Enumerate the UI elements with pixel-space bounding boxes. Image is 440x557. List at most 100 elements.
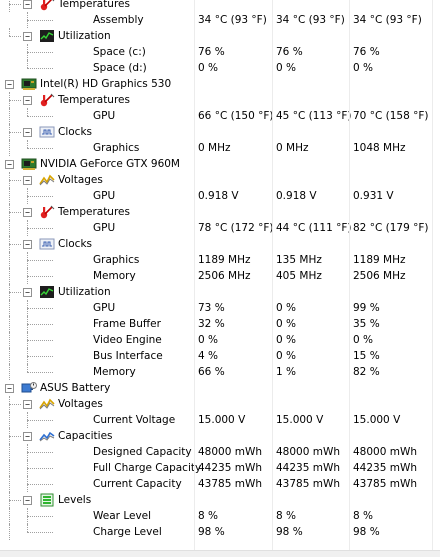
sensor-group-row[interactable]: − Utilization bbox=[0, 28, 440, 44]
current-value: 34 °C (93 °F) bbox=[198, 14, 267, 26]
sensor-row[interactable]: Charge Level 98 % 98 % 98 % bbox=[0, 524, 440, 540]
sensor-label: Space (c:) bbox=[93, 46, 146, 58]
min-value: 0 % bbox=[276, 350, 296, 362]
group-label: Capacities bbox=[58, 430, 113, 442]
voltage-icon bbox=[39, 397, 55, 411]
collapse-toggle[interactable]: − bbox=[23, 288, 32, 297]
collapse-toggle[interactable]: − bbox=[23, 176, 32, 185]
device-row[interactable]: − ASUS Battery bbox=[0, 380, 440, 396]
sensor-group-row[interactable]: − Temperatures bbox=[0, 92, 440, 108]
group-label: Temperatures bbox=[58, 94, 130, 106]
sensor-label: GPU bbox=[93, 222, 116, 234]
current-value: 44235 mWh bbox=[198, 462, 263, 474]
sensor-label: Frame Buffer bbox=[93, 318, 161, 330]
min-value: 135 MHz bbox=[276, 254, 322, 266]
sensor-row[interactable]: Bus Interface 4 % 0 % 15 % bbox=[0, 348, 440, 364]
sensor-row[interactable]: Current Voltage 15.000 V 15.000 V 15.000 V bbox=[0, 412, 440, 428]
sensor-tree[interactable]: − Temperatures Assembly 34 °C (93 °F) 34 °C … bbox=[0, 0, 440, 540]
sensor-row[interactable]: Current Capacity 43785 mWh 43785 mWh 43785 … bbox=[0, 476, 440, 492]
max-value: 2506 MHz bbox=[353, 270, 406, 282]
sensor-row[interactable]: Memory 66 % 1 % 82 % bbox=[0, 364, 440, 380]
max-value: 82 °C (179 °F) bbox=[353, 222, 429, 234]
min-value: 0.918 V bbox=[276, 190, 317, 202]
current-value: 4 % bbox=[198, 350, 218, 362]
min-value: 76 % bbox=[276, 46, 303, 58]
min-value: 34 °C (93 °F) bbox=[276, 14, 345, 26]
sensor-label: Space (d:) bbox=[93, 62, 147, 74]
sensor-group-row[interactable]: − Clocks bbox=[0, 236, 440, 252]
max-value: 8 % bbox=[353, 510, 373, 522]
collapse-toggle[interactable]: − bbox=[23, 96, 32, 105]
current-value: 0 % bbox=[198, 62, 218, 74]
sensor-group-row[interactable]: − Voltages bbox=[0, 396, 440, 412]
sensor-row[interactable]: Video Engine 0 % 0 % 0 % bbox=[0, 332, 440, 348]
sensor-row[interactable]: Memory 2506 MHz 405 MHz 2506 MHz bbox=[0, 268, 440, 284]
current-value: 98 % bbox=[198, 526, 225, 538]
collapse-toggle[interactable]: − bbox=[5, 80, 14, 89]
sensor-row[interactable]: Wear Level 8 % 8 % 8 % bbox=[0, 508, 440, 524]
group-label: Clocks bbox=[58, 126, 92, 138]
sensor-group-row[interactable]: − Capacities bbox=[0, 428, 440, 444]
sensor-label: GPU bbox=[93, 110, 116, 122]
current-value: 48000 mWh bbox=[198, 446, 263, 458]
sensor-group-row[interactable]: − Voltages bbox=[0, 172, 440, 188]
collapse-toggle[interactable]: − bbox=[23, 432, 32, 441]
max-value: 44235 mWh bbox=[353, 462, 418, 474]
sensor-row[interactable]: Frame Buffer 32 % 0 % 35 % bbox=[0, 316, 440, 332]
current-value: 1189 MHz bbox=[198, 254, 251, 266]
min-value: 15.000 V bbox=[276, 414, 324, 426]
sensor-row[interactable]: Graphics 0 MHz 0 MHz 1048 MHz bbox=[0, 140, 440, 156]
sensor-row[interactable]: GPU 73 % 0 % 99 % bbox=[0, 300, 440, 316]
max-value: 0 % bbox=[353, 334, 373, 346]
device-label: ASUS Battery bbox=[40, 382, 111, 394]
column-separator bbox=[432, 0, 433, 550]
collapse-toggle[interactable]: − bbox=[5, 384, 14, 393]
min-value: 0 % bbox=[276, 318, 296, 330]
sensor-row[interactable]: Space (c:) 76 % 76 % 76 % bbox=[0, 44, 440, 60]
sensor-row[interactable]: Graphics 1189 MHz 135 MHz 1189 MHz bbox=[0, 252, 440, 268]
sensor-group-row[interactable]: − Levels bbox=[0, 492, 440, 508]
gpu-card-icon bbox=[21, 157, 37, 171]
sensor-row[interactable]: GPU 78 °C (172 °F) 44 °C (111 °F) 82 °C (17… bbox=[0, 220, 440, 236]
sensor-row[interactable]: Assembly 34 °C (93 °F) 34 °C (93 °F) 34 °C … bbox=[0, 12, 440, 28]
sensor-group-row[interactable]: − Utilization bbox=[0, 284, 440, 300]
min-value: 48000 mWh bbox=[276, 446, 341, 458]
collapse-toggle[interactable]: − bbox=[23, 240, 32, 249]
collapse-toggle[interactable]: − bbox=[23, 208, 32, 217]
collapse-toggle[interactable]: − bbox=[23, 496, 32, 505]
clocks-icon bbox=[39, 125, 55, 139]
max-value: 1048 MHz bbox=[353, 142, 406, 154]
current-value: 15.000 V bbox=[198, 414, 246, 426]
collapse-toggle[interactable]: − bbox=[5, 160, 14, 169]
sensor-row[interactable]: Space (d:) 0 % 0 % 0 % bbox=[0, 60, 440, 76]
min-value: 0 % bbox=[276, 302, 296, 314]
collapse-toggle[interactable]: − bbox=[23, 400, 32, 409]
clocks-icon bbox=[39, 237, 55, 251]
current-value: 8 % bbox=[198, 510, 218, 522]
column-separator bbox=[194, 0, 195, 550]
current-value: 32 % bbox=[198, 318, 225, 330]
sensor-label: Designed Capacity bbox=[93, 446, 192, 458]
device-row[interactable]: − NVIDIA GeForce GTX 960M bbox=[0, 156, 440, 172]
group-label: Utilization bbox=[58, 286, 111, 298]
max-value: 35 % bbox=[353, 318, 380, 330]
collapse-toggle[interactable]: − bbox=[23, 32, 32, 41]
sensor-label: Current Capacity bbox=[93, 478, 182, 490]
sensor-row[interactable]: Full Charge Capacity 44235 mWh 44235 mWh 44… bbox=[0, 460, 440, 476]
sensor-group-row[interactable]: − Temperatures bbox=[0, 0, 440, 12]
sensor-label: Full Charge Capacity bbox=[93, 462, 202, 474]
sensor-group-row[interactable]: − Clocks bbox=[0, 124, 440, 140]
voltage-icon bbox=[39, 173, 55, 187]
collapse-toggle[interactable]: − bbox=[23, 0, 32, 9]
collapse-toggle[interactable]: − bbox=[23, 128, 32, 137]
device-row[interactable]: − Intel(R) HD Graphics 530 bbox=[0, 76, 440, 92]
max-value: 15.000 V bbox=[353, 414, 401, 426]
max-value: 70 °C (158 °F) bbox=[353, 110, 429, 122]
gpu-card-icon bbox=[21, 77, 37, 91]
sensor-row[interactable]: GPU 66 °C (150 °F) 45 °C (113 °F) 70 °C (15… bbox=[0, 108, 440, 124]
sensor-group-row[interactable]: − Temperatures bbox=[0, 204, 440, 220]
sensor-label: Memory bbox=[93, 270, 136, 282]
min-value: 405 MHz bbox=[276, 270, 322, 282]
sensor-row[interactable]: Designed Capacity 48000 mWh 48000 mWh 48000… bbox=[0, 444, 440, 460]
sensor-row[interactable]: GPU 0.918 V 0.918 V 0.931 V bbox=[0, 188, 440, 204]
